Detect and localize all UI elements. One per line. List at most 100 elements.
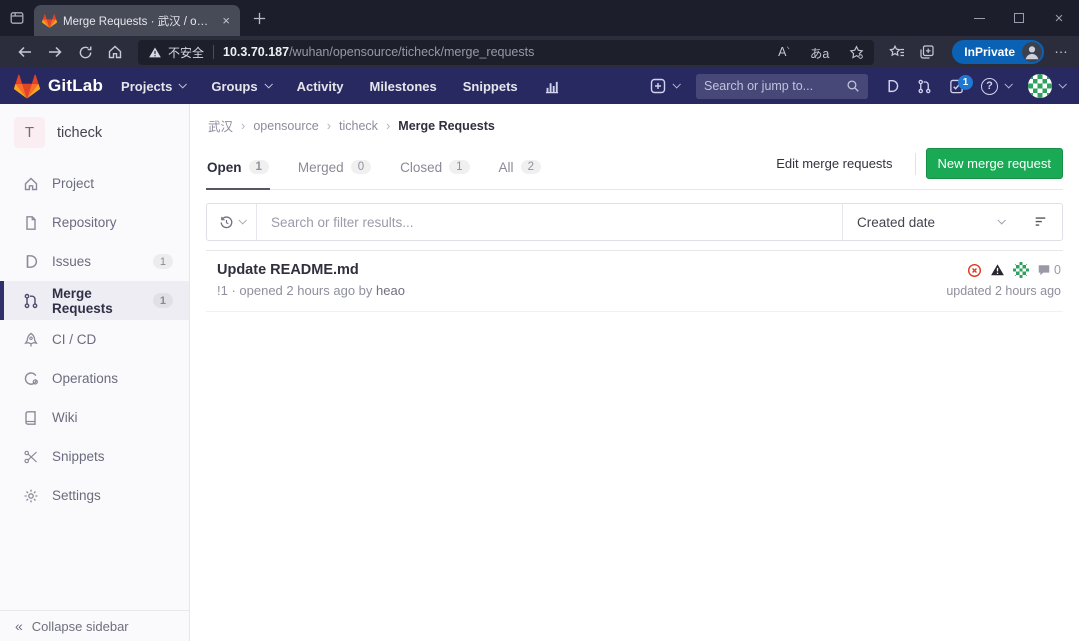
scissors-icon bbox=[23, 449, 39, 465]
help-menu[interactable] bbox=[981, 78, 1011, 95]
sidebar-item-issues[interactable]: Issues 1 bbox=[0, 242, 189, 281]
edit-merge-requests-button[interactable]: Edit merge requests bbox=[764, 149, 904, 178]
breadcrumb-project[interactable]: ticheck bbox=[339, 119, 378, 133]
tab-actions-icon[interactable] bbox=[0, 10, 34, 26]
gitlab-favicon bbox=[42, 14, 57, 28]
pipeline-failed-icon[interactable] bbox=[967, 263, 982, 278]
nav-milestones[interactable]: Milestones bbox=[370, 79, 437, 94]
sidebar-item-snippets[interactable]: Snippets bbox=[0, 437, 189, 476]
tab-close-icon[interactable] bbox=[220, 14, 232, 27]
new-tab-icon[interactable] bbox=[252, 11, 267, 26]
chevron-right-icon bbox=[386, 118, 390, 133]
divider bbox=[213, 45, 214, 59]
new-menu-plus-icon[interactable] bbox=[650, 78, 679, 94]
collapse-sidebar-button[interactable]: Collapse sidebar bbox=[0, 610, 189, 641]
file-icon bbox=[23, 215, 39, 231]
brand-name: GitLab bbox=[48, 76, 103, 96]
forward-icon[interactable] bbox=[40, 44, 70, 60]
sidebar-item-project[interactable]: Project bbox=[0, 164, 189, 203]
sort-dropdown[interactable]: Created date bbox=[842, 204, 1018, 240]
book-icon bbox=[23, 410, 39, 426]
mr-comments-link[interactable]: 0 bbox=[1037, 263, 1061, 277]
mr-state-tabs: Open1 Merged0 Closed1 All2 Edit merge re… bbox=[206, 145, 1063, 190]
collections-icon[interactable] bbox=[912, 44, 942, 60]
tab-closed[interactable]: Closed1 bbox=[399, 145, 470, 189]
comment-count: 0 bbox=[1054, 263, 1061, 277]
url-host: 10.3.70.187 bbox=[223, 45, 289, 59]
project-name: ticheck bbox=[57, 125, 102, 141]
mr-count-badge: 1 bbox=[153, 293, 173, 308]
conflict-warning-icon bbox=[990, 263, 1005, 277]
maximize-button[interactable] bbox=[999, 0, 1039, 36]
filter-search-input[interactable] bbox=[271, 215, 828, 230]
sidebar-item-repository[interactable]: Repository bbox=[0, 203, 189, 242]
mr-title-link[interactable]: Update README.md bbox=[217, 262, 405, 278]
mr-updated-timestamp: updated 2 hours ago bbox=[946, 284, 1061, 298]
page-content: 武汉 opensource ticheck Merge Requests Ope… bbox=[190, 104, 1079, 641]
breadcrumb-group[interactable]: 武汉 bbox=[208, 116, 233, 135]
divider bbox=[915, 153, 916, 175]
merged-count-badge: 0 bbox=[351, 160, 371, 174]
new-merge-request-button[interactable]: New merge request bbox=[926, 148, 1063, 179]
operations-icon bbox=[23, 371, 39, 387]
minimize-button[interactable] bbox=[959, 0, 999, 36]
nav-snippets[interactable]: Snippets bbox=[463, 79, 518, 94]
collapse-icon bbox=[15, 618, 23, 634]
closed-count-badge: 1 bbox=[449, 160, 469, 174]
read-aloud-icon[interactable]: Aᐠ bbox=[778, 45, 790, 59]
breadcrumb-current: Merge Requests bbox=[398, 119, 495, 133]
sidebar-item-merge-requests[interactable]: Merge Requests 1 bbox=[0, 281, 189, 320]
site-security-chip[interactable]: 不安全 bbox=[148, 44, 204, 61]
user-menu[interactable] bbox=[1028, 74, 1065, 98]
sidebar-item-ci-cd[interactable]: CI / CD bbox=[0, 320, 189, 359]
refresh-icon[interactable] bbox=[70, 45, 100, 60]
user-avatar bbox=[1028, 74, 1052, 98]
sidebar-item-settings[interactable]: Settings bbox=[0, 476, 189, 515]
favorites-bar-icon[interactable] bbox=[882, 44, 912, 60]
tab-merged[interactable]: Merged0 bbox=[297, 145, 372, 189]
sidebar-item-operations[interactable]: Operations bbox=[0, 359, 189, 398]
global-search[interactable] bbox=[696, 74, 868, 99]
mr-author-link[interactable]: heao bbox=[376, 283, 405, 298]
home-icon[interactable] bbox=[100, 44, 130, 60]
gitlab-logo-icon bbox=[14, 74, 40, 99]
back-icon[interactable] bbox=[10, 44, 40, 60]
browser-tab[interactable]: Merge Requests · 武汉 / opensc bbox=[34, 5, 240, 36]
todo-count-badge: 1 bbox=[958, 75, 973, 90]
nav-projects[interactable]: Projects bbox=[121, 79, 185, 94]
inprivate-badge[interactable]: InPrivate bbox=[952, 40, 1044, 64]
nav-activity[interactable]: Activity bbox=[297, 79, 344, 94]
favorite-star-icon[interactable] bbox=[849, 45, 864, 60]
merge-request-icon bbox=[23, 293, 39, 309]
browser-toolbar: 不安全 10.3.70.187/wuhan/opensource/ticheck… bbox=[0, 36, 1079, 68]
merge-requests-dashboard-icon[interactable] bbox=[917, 79, 932, 94]
statistics-chart-icon[interactable] bbox=[544, 79, 560, 94]
search-icon bbox=[846, 79, 860, 93]
browser-menu-icon[interactable] bbox=[1054, 44, 1069, 60]
gitlab-brand[interactable]: GitLab bbox=[14, 74, 103, 99]
all-count-badge: 2 bbox=[521, 160, 541, 174]
address-bar[interactable]: 不安全 10.3.70.187/wuhan/opensource/ticheck… bbox=[138, 40, 874, 65]
open-count-badge: 1 bbox=[249, 160, 269, 174]
browser-tab-strip: Merge Requests · 武汉 / opensc bbox=[0, 0, 1079, 36]
chevron-right-icon bbox=[327, 118, 331, 133]
mr-meta: !1 · opened 2 hours ago by heao bbox=[217, 283, 405, 298]
assignee-avatar[interactable] bbox=[1013, 262, 1029, 278]
tab-open[interactable]: Open1 bbox=[206, 145, 270, 189]
tab-all[interactable]: All2 bbox=[498, 145, 542, 189]
global-search-input[interactable] bbox=[704, 79, 846, 93]
recent-searches-button[interactable] bbox=[207, 204, 257, 240]
breadcrumb-subgroup[interactable]: opensource bbox=[253, 119, 318, 133]
chevron-down-icon bbox=[179, 80, 187, 88]
project-header[interactable]: T ticheck bbox=[0, 104, 189, 158]
url-path: /wuhan/opensource/ticheck/merge_requests bbox=[289, 45, 534, 59]
security-label: 不安全 bbox=[168, 44, 204, 61]
close-window-button[interactable] bbox=[1039, 0, 1079, 36]
sort-direction-button[interactable] bbox=[1018, 204, 1062, 240]
merge-request-row[interactable]: Update README.md !1 · opened 2 hours ago… bbox=[206, 251, 1063, 312]
sidebar-item-wiki[interactable]: Wiki bbox=[0, 398, 189, 437]
issues-dashboard-icon[interactable] bbox=[885, 79, 900, 94]
translate-icon[interactable]: あa bbox=[810, 43, 829, 62]
todos-icon[interactable]: 1 bbox=[949, 79, 964, 94]
nav-groups[interactable]: Groups bbox=[211, 79, 270, 94]
